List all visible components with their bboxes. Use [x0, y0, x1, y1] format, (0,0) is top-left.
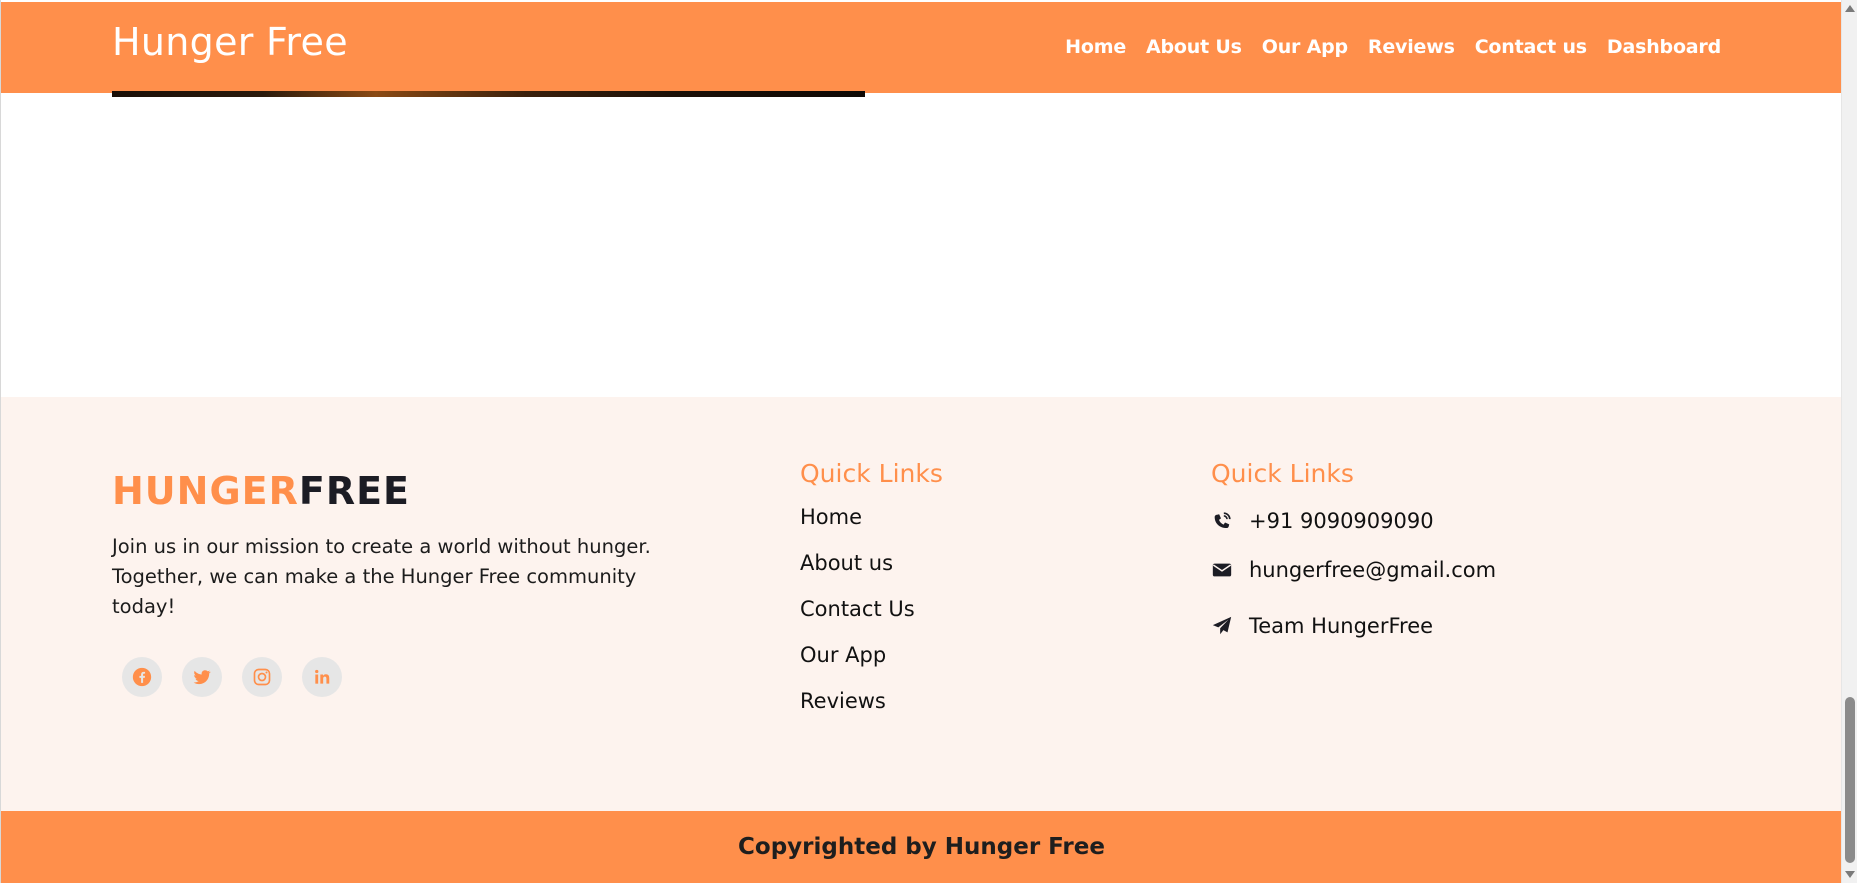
navbar: Hunger Free Home About Us Our App Review… — [1, 2, 1841, 93]
linkedin-button[interactable] — [302, 657, 342, 697]
contact-list: +91 9090909090 hungerfree@gmail.com Team… — [1211, 500, 1496, 654]
footer-link-contact-us[interactable]: Contact Us — [800, 596, 943, 642]
logo-part-free: FREE — [298, 469, 411, 513]
nav-our-app[interactable]: Our App — [1262, 36, 1348, 58]
image-bottom-edge — [112, 91, 865, 97]
instagram-icon — [253, 668, 271, 686]
main-nav: Home About Us Our App Reviews Contact us… — [1045, 36, 1721, 58]
scroll-up-arrow-icon[interactable] — [1845, 5, 1855, 12]
nav-dashboard[interactable]: Dashboard — [1607, 36, 1721, 58]
footer-link-our-app[interactable]: Our App — [800, 642, 943, 688]
scroll-down-arrow-icon[interactable] — [1845, 871, 1855, 878]
facebook-icon — [132, 667, 152, 687]
nav-contact-us[interactable]: Contact us — [1475, 36, 1587, 58]
twitter-icon — [193, 670, 211, 685]
copyright-bar: Copyrighted by Hunger Free — [1, 811, 1841, 883]
contact-phone-text: +91 9090909090 — [1249, 509, 1434, 533]
footer-link-home[interactable]: Home — [800, 504, 943, 550]
contact-email-text: hungerfree@gmail.com — [1249, 558, 1497, 582]
envelope-icon — [1211, 559, 1249, 581]
nav-reviews[interactable]: Reviews — [1368, 36, 1455, 58]
footer: HUNGERFREE Join us in our mission to cre… — [1, 397, 1841, 811]
twitter-button[interactable] — [182, 657, 222, 697]
brand-title[interactable]: Hunger Free — [112, 20, 348, 64]
mission-text: Join us in our mission to create a world… — [112, 535, 651, 618]
footer-logo[interactable]: HUNGERFREE — [112, 469, 410, 513]
social-links — [122, 657, 362, 697]
copyright-text: Copyrighted by Hunger Free — [738, 834, 1105, 860]
nav-about-us[interactable]: About Us — [1146, 36, 1242, 58]
instagram-button[interactable] — [242, 657, 282, 697]
quick-links-column: Quick Links Home About us Contact Us Our… — [800, 459, 943, 734]
footer-link-reviews[interactable]: Reviews — [800, 688, 943, 734]
page: Hunger Free Home About Us Our App Review… — [0, 0, 1841, 883]
quick-links-title: Quick Links — [800, 459, 943, 488]
contact-team[interactable]: Team HungerFree — [1211, 598, 1496, 654]
quick-links-list: Home About us Contact Us Our App Reviews — [800, 504, 943, 734]
contact-email[interactable]: hungerfree@gmail.com — [1211, 542, 1496, 598]
nav-home[interactable]: Home — [1065, 36, 1126, 58]
linkedin-icon — [315, 669, 330, 684]
vertical-scrollbar[interactable] — [1841, 0, 1857, 883]
contact-column: Quick Links +91 9090909090 hungerfree@gm… — [1211, 459, 1496, 654]
contact-team-text: Team HungerFree — [1249, 614, 1434, 638]
facebook-button[interactable] — [122, 657, 162, 697]
contact-phone[interactable]: +91 9090909090 — [1211, 500, 1496, 542]
contact-title: Quick Links — [1211, 459, 1354, 488]
footer-link-about-us[interactable]: About us — [800, 550, 943, 596]
logo-part-hunger: HUNGER — [112, 469, 299, 513]
paper-plane-icon — [1211, 615, 1249, 637]
scrollbar-thumb[interactable] — [1845, 697, 1855, 863]
phone-icon — [1211, 510, 1249, 532]
